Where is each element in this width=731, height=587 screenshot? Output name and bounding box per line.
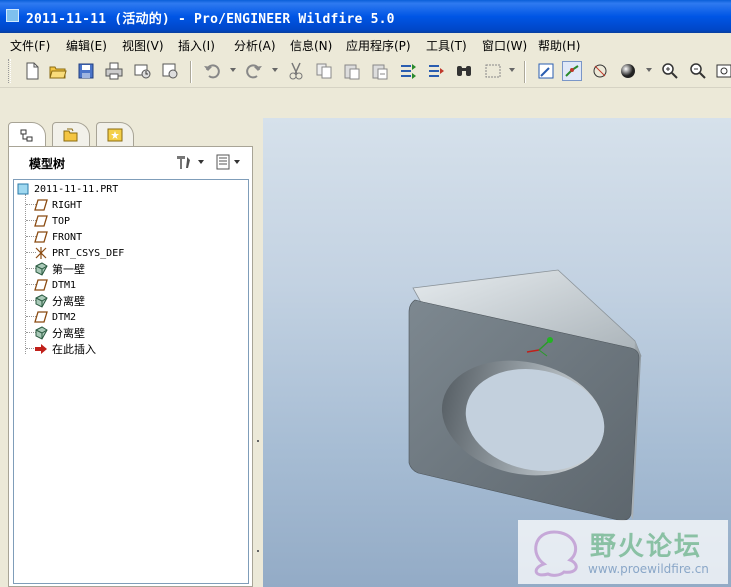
shading-dropdown[interactable]: [646, 68, 652, 72]
menu-info[interactable]: 信息(N): [290, 37, 332, 54]
toolbar-separator: [190, 61, 192, 83]
hammer-wrench-icon: [177, 156, 190, 169]
sheetmetal-wall-icon: [35, 262, 48, 276]
menu-applications[interactable]: 应用程序(P): [346, 37, 411, 54]
model-tree-header: 模型树: [9, 147, 252, 177]
main-toolbar: [0, 55, 731, 88]
datum-plane-icon: [34, 279, 48, 291]
datum-plane-icon: [34, 199, 48, 211]
tree-show-button[interactable]: [215, 154, 240, 170]
watermark-logo-icon: [534, 530, 578, 577]
paste-icon[interactable]: [342, 61, 362, 81]
app-icon: [6, 9, 19, 22]
tab-model-tree[interactable]: [8, 122, 46, 148]
tree-item-split-wall-1[interactable]: 分离壁: [34, 293, 85, 309]
chevron-down-icon: [234, 160, 240, 164]
toolbar-grip[interactable]: [8, 59, 11, 83]
model-tree-title: 模型树: [29, 157, 66, 171]
secondary-toolbar-area: [0, 88, 731, 118]
tree-item-first-wall[interactable]: 第一壁: [34, 261, 85, 277]
chevron-down-icon: [198, 160, 204, 164]
menu-bar: 文件(F) 编辑(E) 视图(V) 插入(I) 分析(A) 信息(N) 应用程序…: [0, 33, 731, 55]
menu-insert[interactable]: 插入(I): [178, 37, 215, 54]
model-tree: 2011-11-11.PRT RIGHT TOP FRONT PRT_CSYS_…: [13, 179, 249, 584]
tree-item-datum-top[interactable]: TOP: [34, 213, 70, 229]
watermark-url: www.proewildfire.cn: [588, 562, 709, 576]
zoom-out-icon[interactable]: [688, 61, 708, 81]
part-icon: [17, 183, 29, 195]
zoom-in-icon[interactable]: [660, 61, 680, 81]
menu-tools[interactable]: 工具(T): [426, 37, 467, 54]
datum-plane-icon: [34, 215, 48, 227]
model-tree-panel: 模型树 2011-11-11.PRT RIGHT TOP FRONT PRT_C…: [8, 146, 253, 587]
open-icon[interactable]: [48, 61, 68, 81]
watermark-text: 野火论坛: [590, 532, 703, 562]
window-title: 2011-11-11 (活动的) - Pro/ENGINEER Wildfire…: [26, 12, 395, 27]
folder-browser-tab-icon: [63, 128, 78, 141]
tree-item-datum-dtm1[interactable]: DTM1: [34, 277, 76, 293]
tree-item-datum-front[interactable]: FRONT: [34, 229, 82, 245]
tree-item-split-wall-2[interactable]: 分离壁: [34, 325, 85, 341]
find-icon[interactable]: [454, 61, 474, 81]
datum-plane-icon: [34, 231, 48, 243]
new-icon[interactable]: [22, 61, 42, 81]
sheetmetal-wall-icon: [35, 326, 48, 340]
select-dropdown[interactable]: [509, 68, 515, 72]
regenerate-manager-icon[interactable]: [426, 61, 446, 81]
tree-item-csys[interactable]: PRT_CSYS_DEF: [34, 245, 124, 261]
orient-icon[interactable]: [590, 61, 610, 81]
tab-folder-browser[interactable]: [52, 122, 90, 146]
navigator-panel: 模型树 2011-11-11.PRT RIGHT TOP FRONT PRT_C…: [0, 118, 253, 587]
panel-splitter[interactable]: [253, 118, 263, 587]
tab-favorites[interactable]: [96, 122, 134, 146]
model-tree-tab-icon: [20, 129, 33, 141]
copy-icon[interactable]: [314, 61, 334, 81]
tree-settings-button[interactable]: [175, 154, 204, 170]
3d-model[interactable]: [263, 118, 731, 587]
tree-item-insert-here[interactable]: 在此插入: [34, 341, 96, 357]
send-mail-icon[interactable]: [132, 61, 152, 81]
insert-arrow-icon: [35, 344, 47, 354]
close-window-icon[interactable]: [160, 61, 180, 81]
redo-dropdown[interactable]: [272, 68, 278, 72]
spin-center-icon[interactable]: [562, 61, 582, 81]
graphics-viewport[interactable]: 野火论坛 www.proewildfire.cn: [263, 118, 731, 587]
select-box-icon[interactable]: [480, 61, 506, 81]
redo-icon[interactable]: [244, 61, 264, 81]
paste-special-icon[interactable]: [370, 61, 390, 81]
coordinate-system-icon: [35, 247, 47, 259]
tree-item-datum-right[interactable]: RIGHT: [34, 197, 82, 213]
menu-window[interactable]: 窗口(W): [482, 37, 527, 54]
favorites-tab-icon: [107, 128, 123, 141]
toolbar-separator: [524, 61, 526, 83]
shading-icon[interactable]: [618, 61, 638, 81]
datum-plane-icon: [34, 311, 48, 323]
list-icon: [216, 154, 230, 170]
repaint-icon[interactable]: [536, 61, 556, 81]
tree-item-datum-dtm2[interactable]: DTM2: [34, 309, 76, 325]
title-bar: 2011-11-11 (活动的) - Pro/ENGINEER Wildfire…: [0, 0, 731, 33]
menu-view[interactable]: 视图(V): [122, 37, 164, 54]
cut-icon[interactable]: [286, 61, 306, 81]
refit-icon[interactable]: [714, 61, 731, 81]
forum-watermark: 野火论坛 www.proewildfire.cn: [518, 520, 728, 584]
undo-icon[interactable]: [202, 61, 222, 81]
regenerate-icon[interactable]: [398, 61, 418, 81]
menu-analysis[interactable]: 分析(A): [234, 37, 276, 54]
menu-help[interactable]: 帮助(H): [538, 37, 580, 54]
tree-item-part[interactable]: 2011-11-11.PRT: [16, 181, 118, 197]
menu-edit[interactable]: 编辑(E): [66, 37, 107, 54]
print-icon[interactable]: [104, 61, 124, 81]
sheetmetal-wall-icon: [35, 294, 48, 308]
menu-file[interactable]: 文件(F): [10, 37, 50, 54]
save-icon[interactable]: [76, 61, 96, 81]
tree-connector: [25, 194, 26, 354]
undo-dropdown[interactable]: [230, 68, 236, 72]
